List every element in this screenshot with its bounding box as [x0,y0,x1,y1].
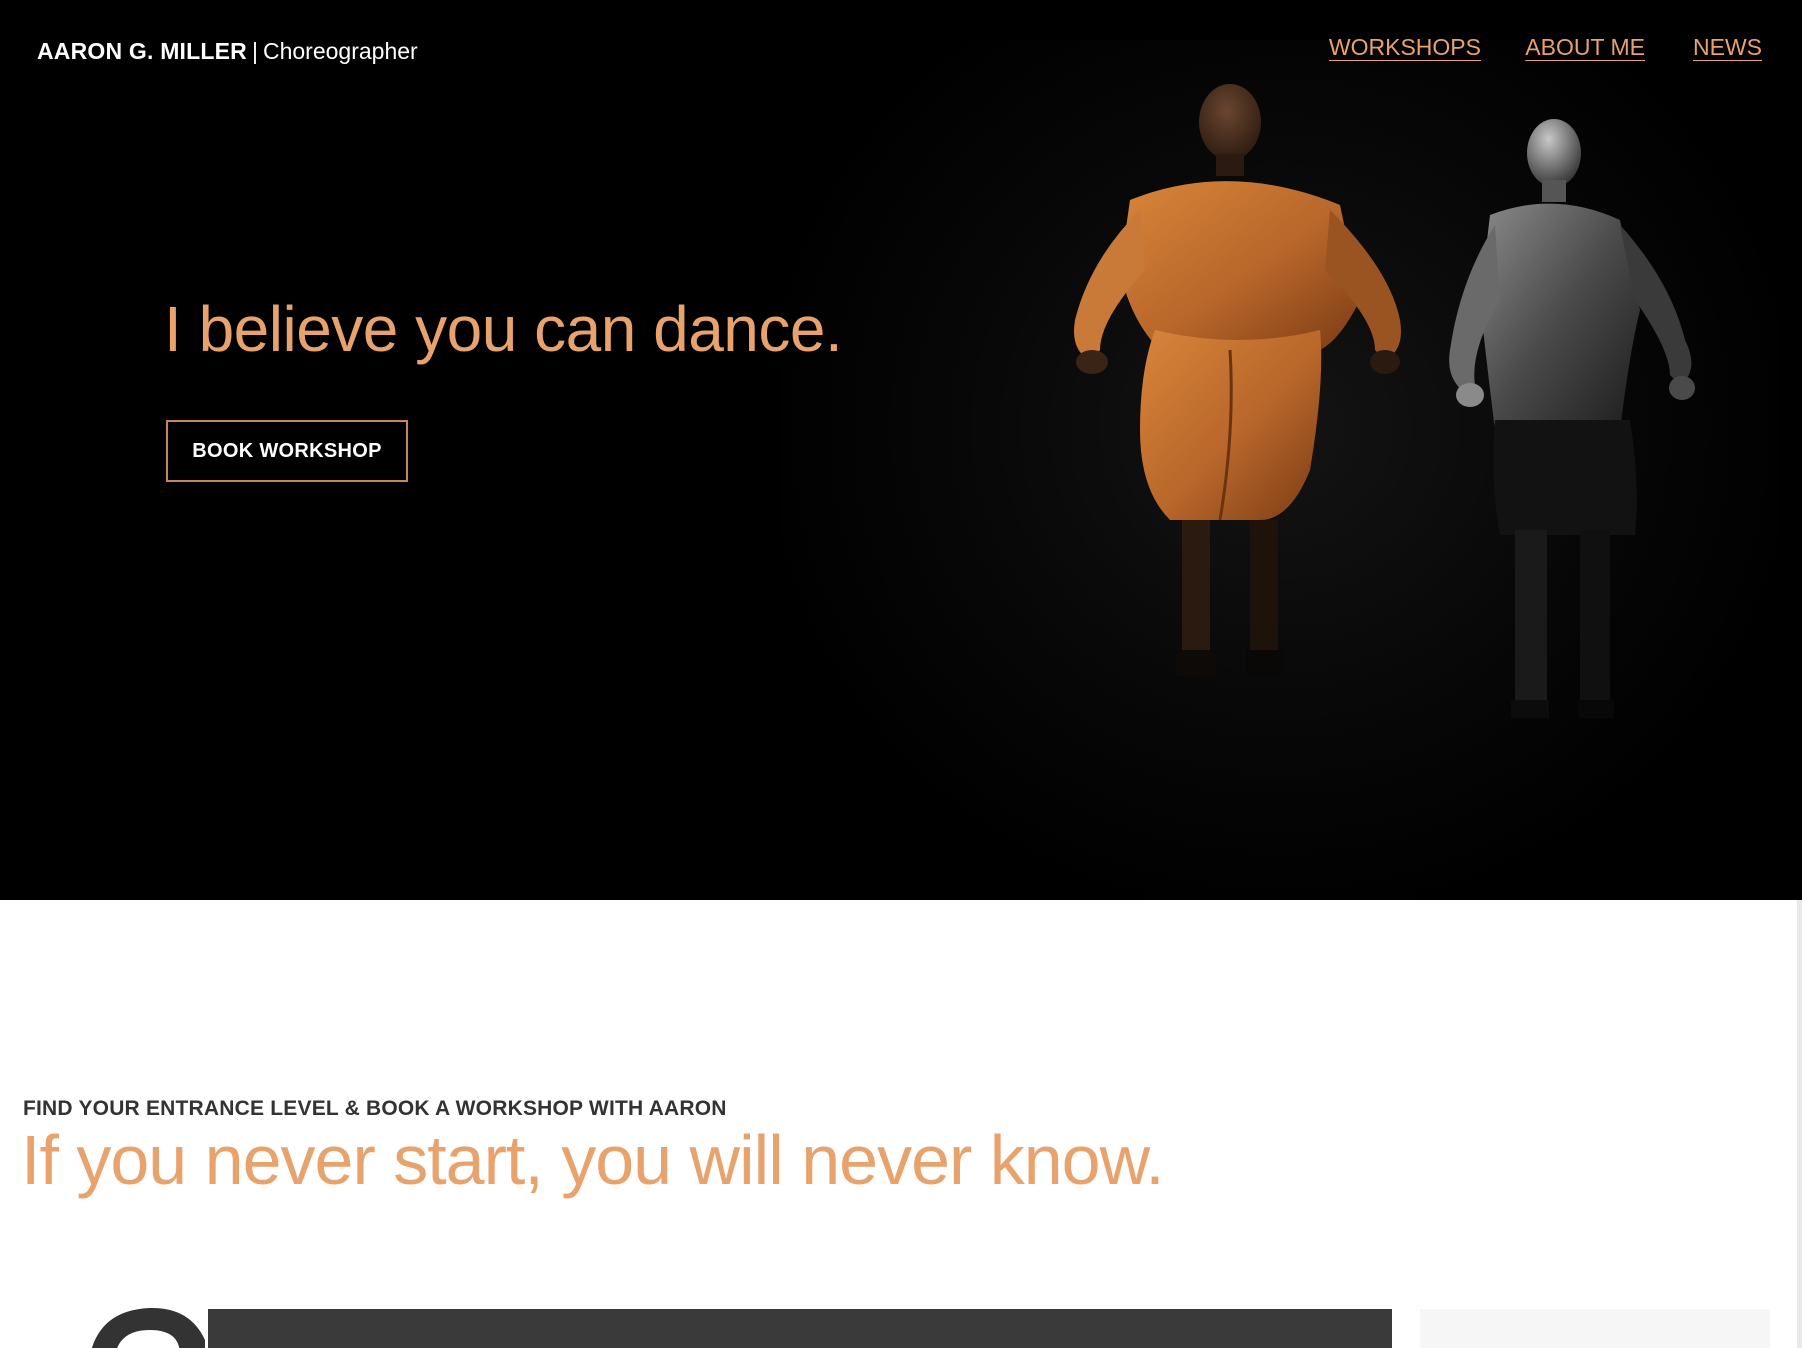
level-number-graphic [91,1307,205,1348]
hero-section: AARON G. MILLER | Choreographer WORKSHOPS … [0,0,1802,900]
brand-logo[interactable]: AARON G. MILLER | Choreographer [37,38,418,65]
dancer-orange [1074,84,1401,676]
brand-role: Choreographer [262,38,418,64]
nav-link-about-me[interactable]: ABOUT ME [1525,34,1645,61]
nav-link-news[interactable]: NEWS [1693,34,1762,61]
nav-link-workshops[interactable]: WORKSHOPS [1329,34,1481,61]
brand-name: AARON G. MILLER [37,38,247,64]
brand-separator: | [252,38,258,64]
dancer-gray [1449,119,1695,718]
level-card [208,1309,1392,1348]
hero-title: I believe you can dance. [164,293,843,365]
section-title: If you never start, you will never know. [21,1121,1165,1199]
dancers-photo [1074,84,1695,718]
side-card [1420,1309,1770,1348]
book-workshop-button[interactable]: BOOK WORKSHOP [166,420,408,482]
section-eyebrow: FIND YOUR ENTRANCE LEVEL & BOOK A WORKSH… [23,1097,727,1120]
page-scrollbar[interactable] [1797,900,1802,1348]
entrance-level-section: FIND YOUR ENTRANCE LEVEL & BOOK A WORKSH… [0,900,1802,1348]
site-header: AARON G. MILLER | Choreographer WORKSHOPS … [0,0,1802,110]
